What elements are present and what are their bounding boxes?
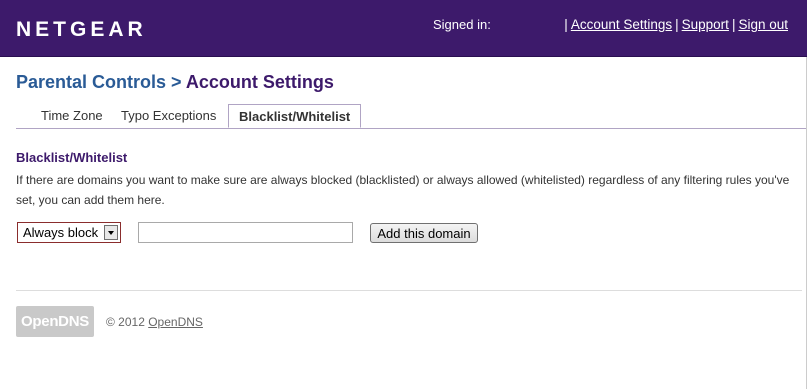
opendns-link[interactable]: OpenDNS: [148, 315, 203, 329]
copyright-text: © 2012: [106, 315, 145, 329]
chevron-down-icon[interactable]: [104, 225, 118, 240]
add-domain-button[interactable]: Add this domain: [370, 223, 478, 243]
tab-typo-exceptions[interactable]: Typo Exceptions: [121, 105, 216, 127]
header-links: | Account Settings | Support | Sign out: [561, 17, 788, 32]
header-bar: NETGEAR Signed in: | Account Settings | Sup…: [0, 0, 807, 57]
tab-blacklist-whitelist[interactable]: Blacklist/Whitelist: [228, 104, 362, 128]
opendns-logo: OpenDNS: [16, 306, 94, 337]
signed-in-label: Signed in:: [433, 17, 491, 32]
support-link[interactable]: Support: [682, 17, 729, 32]
footer-divider: [16, 290, 802, 291]
breadcrumb-parent: Parental Controls: [16, 72, 167, 92]
block-mode-select[interactable]: Always block: [17, 222, 121, 243]
copyright: © 2012 OpenDNS: [106, 315, 203, 329]
page-title: Parental Controls > Account Settings: [16, 72, 334, 93]
domain-input[interactable]: [138, 222, 353, 243]
link-separator: |: [675, 17, 679, 32]
section-title: Blacklist/Whitelist: [16, 150, 128, 165]
section-description: If there are domains you want to make su…: [16, 173, 790, 207]
block-mode-value: Always block: [23, 225, 99, 240]
breadcrumb-current: Account Settings: [185, 72, 334, 92]
settings-tabs: Time Zone Typo Exceptions Blacklist/Whit…: [16, 104, 806, 129]
sign-out-link[interactable]: Sign out: [738, 17, 788, 32]
account-settings-link[interactable]: Account Settings: [571, 17, 672, 32]
tab-time-zone[interactable]: Time Zone: [41, 105, 103, 127]
netgear-logo: NETGEAR: [16, 18, 147, 41]
breadcrumb-separator: >: [171, 72, 182, 92]
link-separator: |: [564, 17, 568, 32]
